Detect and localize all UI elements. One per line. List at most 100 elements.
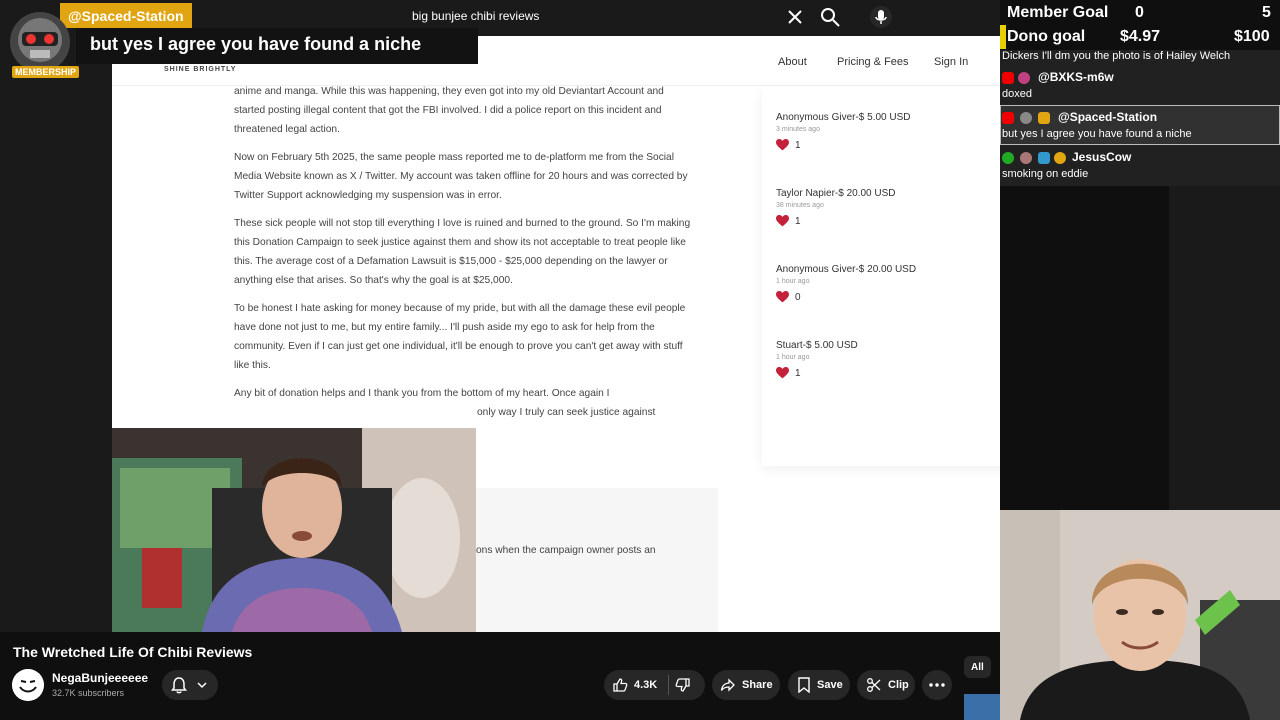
updates-text: ons when the campaign owner posts an [476, 545, 656, 556]
story-paragraph: anime and manga. While this was happenin… [234, 86, 664, 135]
like-button[interactable]: 4.3K [604, 670, 670, 700]
chat-username: @BXKS-m6w [1038, 70, 1114, 84]
campaign-description: anime and manga. While this was happenin… [234, 82, 694, 431]
like-count: 4.3K [634, 679, 658, 691]
member-badge-icon [1038, 112, 1050, 124]
donation-like-button[interactable]: 0 [776, 291, 916, 303]
badge-icon [1054, 152, 1066, 164]
user-avatar-icon [1018, 72, 1030, 84]
donation-time: 3 minutes ago [776, 126, 820, 133]
chat-message: doxed [1002, 88, 1032, 100]
donation-like-button[interactable]: 1 [776, 215, 896, 227]
dono-progress-fill [1000, 25, 1006, 49]
heart-icon [776, 367, 789, 379]
bookmark-icon [798, 677, 810, 693]
donation-time: 1 hour ago [776, 354, 810, 361]
donor-name: Anonymous Giver-$ 5.00 USD [776, 112, 911, 123]
thumbs-down-icon [675, 678, 690, 692]
like-count: 0 [795, 291, 801, 303]
video-player[interactable]: SHINE BRIGHTLY About Pricing & Fees Sign… [0, 0, 1000, 632]
video-info-bar: The Wretched Life Of Chibi Reviews NegaB… [0, 632, 1000, 720]
reactor-webcam [1000, 510, 1280, 720]
like-count: 1 [795, 139, 801, 151]
like-count: 1 [795, 215, 801, 227]
donor-name: Taylor Napier-$ 20.00 USD [776, 188, 896, 199]
donation-time: 1 hour ago [776, 278, 810, 285]
story-paragraph: These sick people will not stop till eve… [234, 218, 691, 286]
nav-about-link[interactable]: About [778, 56, 807, 68]
streamer-facecam [112, 428, 476, 632]
share-label: Share [742, 679, 773, 691]
stream-goals: Member Goal 0 5 Dono goal $4.97 $100 [1000, 0, 1280, 50]
platform-icon [1002, 152, 1014, 164]
member-goal-label: Member Goal [1007, 4, 1109, 21]
heart-icon [776, 215, 789, 227]
donor-name: Anonymous Giver-$ 20.00 USD [776, 264, 917, 275]
badge-icon [1038, 152, 1050, 164]
story-paragraph: Now on February 5th 2025, the same peopl… [234, 152, 688, 201]
chat-message: Dickers I'll dm you the photo is of Hail… [1002, 50, 1231, 62]
nav-signin-link[interactable]: Sign In [934, 56, 968, 68]
chat-username: JesusCow [1072, 150, 1132, 164]
share-button[interactable]: Share [712, 670, 780, 700]
story-paragraph: To be honest I hate asking for money bec… [234, 303, 686, 371]
more-icon [929, 683, 945, 687]
channel-name[interactable]: NegaBunjeeeeee [52, 671, 148, 685]
more-actions-button[interactable] [922, 670, 952, 700]
stream-frame: SHINE BRIGHTLY About Pricing & Fees Sign… [0, 0, 1280, 720]
dono-goal-label: Dono goal [1007, 28, 1086, 45]
heart-icon [776, 291, 789, 303]
nav-pricing-link[interactable]: Pricing & Fees [837, 56, 909, 68]
notification-bell-button[interactable] [162, 670, 218, 700]
highlighted-chat-message: @Spaced-Station but yes I agree you have… [0, 0, 480, 90]
scissors-icon [867, 678, 881, 692]
clip-label: Clip [888, 679, 909, 691]
dislike-button[interactable] [669, 670, 705, 700]
chat-message: smoking on eddie [1002, 168, 1089, 180]
like-count: 1 [795, 367, 801, 379]
background-panel [1169, 186, 1280, 510]
member-goal-target: 5 [1262, 4, 1271, 21]
channel-avatar[interactable] [12, 669, 44, 701]
donation-like-button[interactable]: 1 [776, 367, 858, 379]
donation-like-button[interactable]: 1 [776, 139, 911, 151]
share-icon [720, 678, 735, 692]
clip-button[interactable]: Clip [857, 670, 915, 700]
heart-icon [776, 139, 789, 151]
updates-panel [442, 488, 718, 632]
search-icon[interactable] [819, 6, 841, 28]
story-paragraph: Any bit of donation helps and I thank yo… [234, 388, 610, 399]
donation-item: Stuart-$ 5.00 USD 1 hour ago 1 [776, 340, 858, 379]
highlight-message-text: but yes I agree you have found a niche [90, 34, 422, 54]
thumbs-up-icon [613, 678, 628, 692]
membership-badge: MEMBERSHIP [12, 66, 80, 78]
youtube-icon [1002, 72, 1014, 84]
save-label: Save [817, 679, 843, 691]
chevron-down-icon [197, 682, 207, 689]
chat-feed: Dickers I'll dm you the photo is of Hail… [1000, 50, 1280, 186]
dono-goal-row: Dono goal $4.97 $100 [1000, 25, 1280, 49]
youtube-icon [1002, 112, 1014, 124]
story-paragraph-tail: only way I truly can seek justice agains… [477, 407, 656, 418]
highlight-user-tag: @Spaced-Station [60, 3, 192, 28]
save-button[interactable]: Save [788, 670, 850, 700]
microphone-icon[interactable] [870, 6, 892, 28]
clear-icon[interactable] [784, 6, 806, 28]
donation-item: Anonymous Giver-$ 20.00 USD 1 hour ago 0 [776, 264, 916, 303]
video-title: The Wretched Life Of Chibi Reviews [13, 644, 253, 660]
recommended-thumbnail[interactable] [964, 694, 1000, 720]
donations-list: Anonymous Giver-$ 5.00 USD 3 minutes ago… [762, 86, 1000, 466]
youtube-search-bar[interactable]: big bunjee chibi reviews [396, 0, 1000, 34]
donor-name: Stuart-$ 5.00 USD [776, 340, 858, 351]
dono-goal-current: $4.97 [1120, 28, 1161, 45]
member-goal-row: Member Goal 0 5 [1000, 1, 1280, 25]
filter-chip-all[interactable]: All [964, 656, 991, 678]
dono-goal-target: $100 [1234, 28, 1270, 45]
donation-item: Anonymous Giver-$ 5.00 USD 3 minutes ago… [776, 112, 911, 151]
bell-icon [171, 677, 187, 694]
chat-message: but yes I agree you have found a niche [1002, 128, 1192, 140]
user-avatar-icon [1020, 152, 1032, 164]
chat-username: @Spaced-Station [1058, 110, 1158, 124]
donation-item: Taylor Napier-$ 20.00 USD 38 minutes ago… [776, 188, 896, 227]
member-goal-current: 0 [1135, 4, 1144, 21]
